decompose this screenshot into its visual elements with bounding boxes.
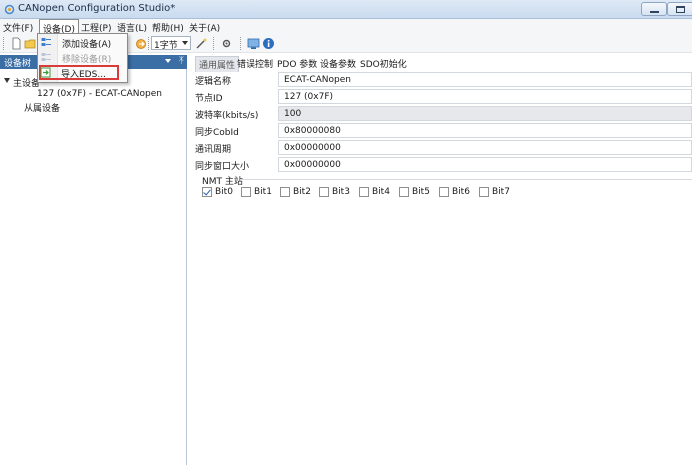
nmt-master-group: NMT 主站 Bit0 Bit1 Bit2 Bit3 Bit4 Bit5 Bit… [202, 174, 692, 204]
maximize-button[interactable] [667, 2, 692, 16]
pin-icon[interactable]: ᛡ [179, 56, 184, 66]
tab-sdo-init[interactable]: SDO初始化 [357, 56, 410, 71]
byte-size-value: 1字节 [154, 41, 178, 51]
sync-cobid-label: 同步CobId [195, 128, 239, 138]
byte-size-combo[interactable]: 1字节 [151, 36, 191, 51]
toolbar-separator [213, 37, 215, 50]
import-eds-label: 导入EDS... [61, 70, 106, 80]
tab-error-control[interactable]: 错误控制 [234, 56, 276, 71]
add-device-icon [41, 38, 51, 46]
bit3-label: Bit3 [332, 187, 350, 197]
property-row: 节点ID 127 (0x7F) [195, 88, 692, 105]
maximize-icon [676, 6, 685, 13]
import-eds-menu-item[interactable]: 导入EDS... [39, 65, 119, 80]
open-folder-icon[interactable] [24, 37, 37, 50]
tree-item-slave[interactable]: 从属设备 [24, 101, 60, 114]
tree-expand-icon[interactable] [4, 78, 10, 83]
menu-device[interactable]: 设备(D) [39, 19, 79, 35]
checkbox-icon [319, 187, 329, 197]
remove-device-label: 移除设备(R) [62, 55, 112, 65]
node-id-field[interactable]: 127 (0x7F) [278, 89, 692, 104]
tab-device-params[interactable]: 设备参数 [317, 56, 359, 71]
window-title: CANopen Configuration Studio* [18, 3, 176, 14]
minimize-button[interactable] [641, 2, 667, 16]
add-device-label: 添加设备(A) [62, 40, 112, 50]
toolbar-separator [240, 37, 242, 50]
bit5-label: Bit5 [412, 187, 430, 197]
tab-general[interactable]: 通用属性 [195, 56, 240, 72]
baud-rate-field[interactable]: 100 [278, 106, 692, 121]
checkbox-icon [439, 187, 449, 197]
checkbox-icon [241, 187, 251, 197]
nmt-group-title: NMT 主站 [202, 177, 243, 187]
device-dropdown-menu: 添加设备(A) 移除设备(R) 导入EDS... [37, 33, 128, 83]
comm-cycle-field[interactable]: 0x00000000 [278, 140, 692, 155]
bit4-label: Bit4 [372, 187, 390, 197]
tab-pdo-params[interactable]: PDO 参数 [274, 56, 320, 71]
wand-icon[interactable] [195, 37, 208, 50]
monitor-icon[interactable] [247, 37, 260, 50]
bit7-label: Bit7 [492, 187, 510, 197]
checkbox-icon [280, 187, 290, 197]
property-row: 同步窗口大小 0x00000000 [195, 156, 692, 173]
bit6-label: Bit6 [452, 187, 470, 197]
title-bar: CANopen Configuration Studio* [0, 0, 692, 19]
menu-bar: 文件(F) 设备(D) 工程(P) 语言(L) 帮助(H) 关于(A) [0, 19, 692, 35]
tree-item-master[interactable]: 主设备 [13, 76, 40, 89]
export-icon[interactable] [135, 37, 148, 50]
network-settings-icon[interactable] [220, 37, 233, 50]
node-id-label: 节点ID [195, 94, 223, 104]
bit0-label: Bit0 [215, 187, 233, 197]
group-divider [240, 179, 692, 180]
remove-device-menu-item[interactable]: 移除设备(R) [40, 50, 126, 65]
minimize-icon [650, 11, 659, 13]
property-row: 同步CobId 0x80000080 [195, 122, 692, 139]
logical-name-label: 逻辑名称 [195, 77, 232, 87]
sync-window-field[interactable]: 0x00000000 [278, 157, 692, 172]
remove-device-icon [41, 53, 51, 61]
import-icon [40, 67, 51, 78]
sync-cobid-field[interactable]: 0x80000080 [278, 123, 692, 138]
menu-file[interactable]: 文件(F) [3, 21, 33, 34]
panel-menu-chevron-icon[interactable] [165, 59, 171, 63]
comm-cycle-label: 通讯周期 [195, 145, 232, 155]
app-logo-icon [4, 4, 15, 15]
toolbar-grip[interactable] [3, 37, 5, 50]
checkbox-icon [359, 187, 369, 197]
menu-help[interactable]: 帮助(H) [152, 21, 184, 34]
toolbar-separator [148, 37, 150, 50]
new-file-icon[interactable] [10, 37, 23, 50]
logical-name-field[interactable]: ECAT-CANopen [278, 72, 692, 87]
menu-about[interactable]: 关于(A) [189, 21, 220, 34]
tree-item-node[interactable]: 127 (0x7F) - ECAT-CANopen [37, 89, 162, 99]
baud-rate-label: 波特率(kbits/s) [195, 111, 259, 121]
property-row: 通讯周期 0x00000000 [195, 139, 692, 156]
checkbox-checked-icon [202, 187, 212, 197]
sync-window-label: 同步窗口大小 [195, 162, 250, 172]
property-row: 波特率(kbits/s) 100 [195, 105, 692, 122]
chevron-down-icon [182, 41, 188, 45]
bit2-label: Bit2 [293, 187, 311, 197]
checkbox-icon [399, 187, 409, 197]
checkbox-icon [479, 187, 489, 197]
add-device-menu-item[interactable]: 添加设备(A) [40, 35, 126, 50]
bit1-label: Bit1 [254, 187, 272, 197]
property-row: 逻辑名称 ECAT-CANopen [195, 71, 692, 88]
device-tree-title: 设备树 [4, 59, 32, 69]
device-tree-panel: 设备树 ᛡ 主设备 127 (0x7F) - ECAT-CANopen 从属设备 [0, 55, 187, 465]
info-icon[interactable] [262, 37, 275, 50]
